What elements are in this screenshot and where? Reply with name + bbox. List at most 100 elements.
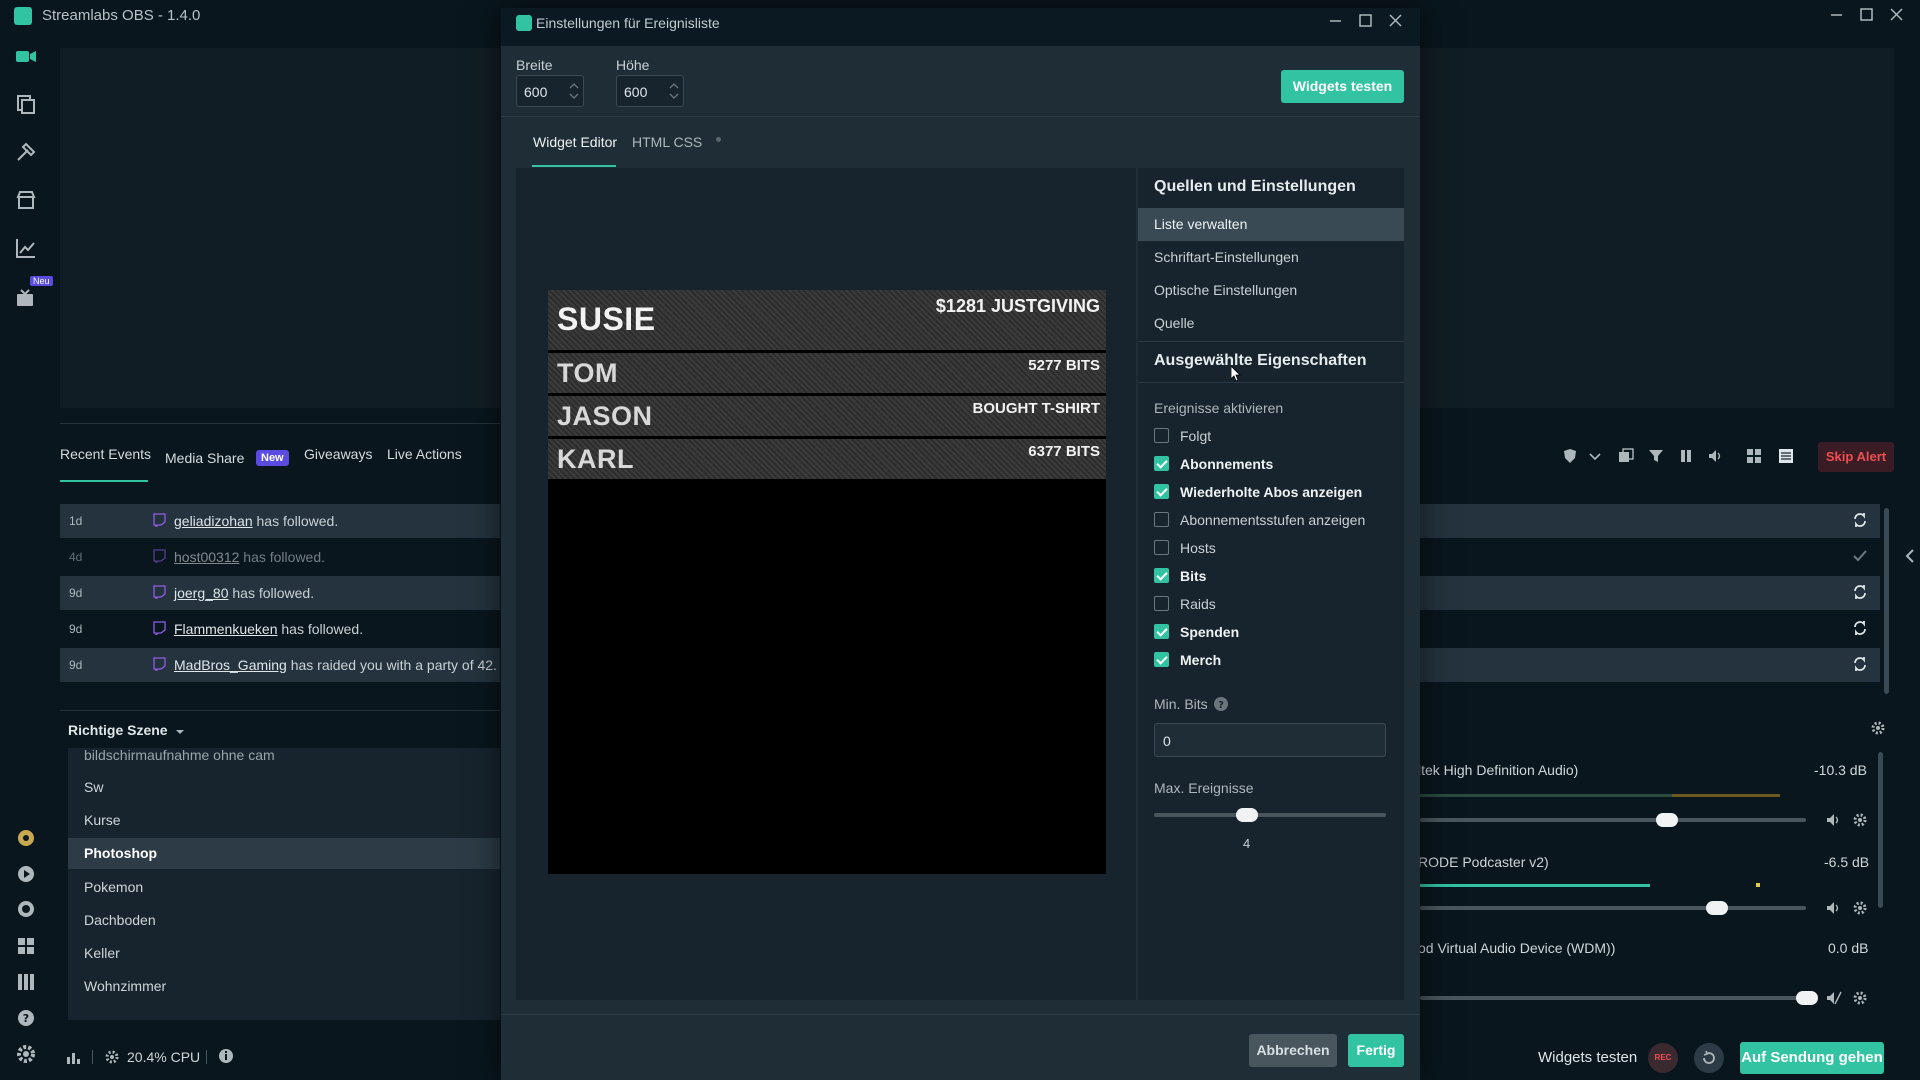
scene-item[interactable]: Pokemon (68, 872, 500, 903)
max-events-slider-track[interactable] (1154, 813, 1386, 817)
checkbox-resubs[interactable] (1154, 484, 1169, 499)
menu-item-manage-list[interactable]: Liste verwalten (1138, 208, 1404, 241)
dashboard-icon[interactable] (14, 826, 38, 850)
checkbox-bits[interactable] (1154, 568, 1169, 583)
max-events-slider-knob[interactable] (1235, 808, 1258, 822)
list-item: 9d joerg_80 has followed. (60, 576, 500, 610)
gear-icon[interactable] (1852, 812, 1868, 828)
gear-icon[interactable] (1852, 900, 1868, 916)
scrollbar[interactable] (1884, 508, 1889, 694)
event-user-link[interactable]: Flammenkueken (174, 621, 278, 637)
repeat-icon[interactable] (1852, 584, 1868, 600)
stats-icon[interactable] (14, 236, 38, 260)
chevron-left-icon[interactable] (1904, 548, 1916, 564)
chat-icon[interactable] (14, 898, 38, 922)
bar-chart-icon[interactable] (66, 1049, 82, 1065)
checkbox-subscriptions[interactable] (1154, 456, 1169, 471)
scene-item[interactable]: bildschirmaufnahme ohne cam (68, 740, 500, 771)
scene-item-selected[interactable]: Photoshop (68, 838, 500, 869)
store-icon[interactable] (14, 188, 38, 212)
cancel-button[interactable]: Abbrechen (1249, 1034, 1337, 1067)
speaker-icon[interactable] (1826, 812, 1842, 828)
tab-html-css[interactable]: HTML CSS (632, 134, 702, 150)
event-user-link[interactable]: geliadizohan (174, 513, 253, 529)
tab-widget-editor[interactable]: Widget Editor (533, 134, 617, 150)
chevron-down-icon[interactable] (174, 726, 186, 738)
volume-slider-track[interactable] (1420, 818, 1806, 822)
grid-view-icon[interactable] (1746, 448, 1762, 464)
stepper-icon[interactable] (669, 81, 679, 101)
pause-icon[interactable] (1678, 448, 1694, 464)
checkbox-hosts[interactable] (1154, 540, 1169, 555)
info-icon[interactable] (218, 1048, 234, 1064)
checkbox-follows[interactable] (1154, 428, 1169, 443)
volume-slider-track[interactable] (1420, 906, 1806, 910)
library-icon[interactable] (14, 970, 38, 994)
min-bits-input[interactable]: 0 (1154, 723, 1386, 757)
test-widgets-link[interactable]: Widgets testen (1538, 1049, 1637, 1066)
rec-button[interactable]: REC (1648, 1043, 1678, 1073)
events-enable-label: Ereignisse aktivieren (1154, 400, 1284, 416)
muted-speaker-icon[interactable] (1826, 990, 1842, 1006)
mixer-scrollbar[interactable] (1878, 752, 1883, 908)
help-icon[interactable]: ? (14, 1006, 38, 1030)
tab-live-actions[interactable]: Live Actions (387, 446, 462, 462)
speaker-icon[interactable] (1826, 900, 1842, 916)
scene-item[interactable]: Keller (68, 938, 500, 969)
settings-icon[interactable] (14, 1042, 38, 1066)
test-widgets-button[interactable]: Widgets testen (1281, 70, 1404, 103)
repeat-icon[interactable] (1852, 620, 1868, 636)
tab-recent-events[interactable]: Recent Events (60, 446, 151, 462)
volume-slider-knob[interactable] (1796, 991, 1818, 1005)
maximize-icon[interactable] (1856, 4, 1878, 26)
repeat-icon[interactable] (1852, 656, 1868, 672)
checkbox-label: Spenden (1180, 624, 1240, 640)
done-button[interactable]: Fertig (1348, 1034, 1404, 1067)
mixer-settings-icon[interactable] (1870, 720, 1886, 736)
gear-icon[interactable] (1852, 990, 1868, 1006)
event-user-link[interactable]: joerg_80 (174, 585, 229, 601)
close-icon[interactable] (1886, 4, 1908, 26)
tools-icon[interactable] (14, 140, 38, 164)
scene-item[interactable]: Wohnzimmer (68, 971, 500, 1002)
menu-item-font-settings[interactable]: Schriftart-Einstellungen (1138, 241, 1404, 274)
play-icon[interactable] (14, 862, 38, 886)
checkbox-merch[interactable] (1154, 652, 1169, 667)
event-user-link[interactable]: host00312 (174, 549, 239, 565)
maximize-icon[interactable] (1355, 10, 1377, 32)
checkbox-raids[interactable] (1154, 596, 1169, 611)
list-view-icon[interactable] (1778, 448, 1794, 464)
tab-giveaways[interactable]: Giveaways (304, 446, 372, 462)
volume-slider-track[interactable] (1420, 996, 1806, 1000)
minimize-icon[interactable] (1325, 10, 1347, 32)
volume-icon[interactable] (1708, 448, 1724, 464)
volume-slider-knob[interactable] (1656, 813, 1678, 827)
apps-icon[interactable] (14, 934, 38, 958)
scene-collection-title[interactable]: Richtige Szene (68, 722, 168, 738)
tab-media-share[interactable]: Media Share (165, 450, 244, 466)
event-user-link[interactable]: MadBros_Gaming (174, 657, 287, 673)
minimize-icon[interactable] (1826, 4, 1848, 26)
filter-icon[interactable] (1648, 448, 1664, 464)
go-live-button[interactable]: Auf Sendung gehen (1740, 1042, 1884, 1074)
scene-item[interactable]: Sw (68, 772, 500, 803)
scene-item[interactable]: Dachboden (68, 905, 500, 936)
themes-icon[interactable] (14, 92, 38, 116)
repeat-icon[interactable] (1852, 512, 1868, 528)
tv-icon[interactable] (14, 286, 38, 310)
menu-item-visual-settings[interactable]: Optische Einstellungen (1138, 274, 1404, 307)
editor-icon[interactable] (14, 44, 38, 68)
help-icon[interactable]: ? (1214, 697, 1228, 711)
checkbox-sub-tiers[interactable] (1154, 512, 1169, 527)
scene-item[interactable]: Kurse (68, 805, 500, 836)
volume-slider-knob[interactable] (1706, 901, 1728, 915)
close-icon[interactable] (1385, 10, 1407, 32)
copy-icon[interactable] (1618, 448, 1634, 464)
menu-item-source[interactable]: Quelle (1138, 307, 1404, 340)
stepper-icon[interactable] (569, 81, 579, 101)
chevron-down-icon[interactable] (1588, 450, 1602, 464)
skip-alert-button[interactable]: Skip Alert (1818, 442, 1894, 472)
replay-icon[interactable] (1694, 1043, 1724, 1073)
checkbox-donations[interactable] (1154, 624, 1169, 639)
shield-icon[interactable] (1562, 448, 1578, 464)
